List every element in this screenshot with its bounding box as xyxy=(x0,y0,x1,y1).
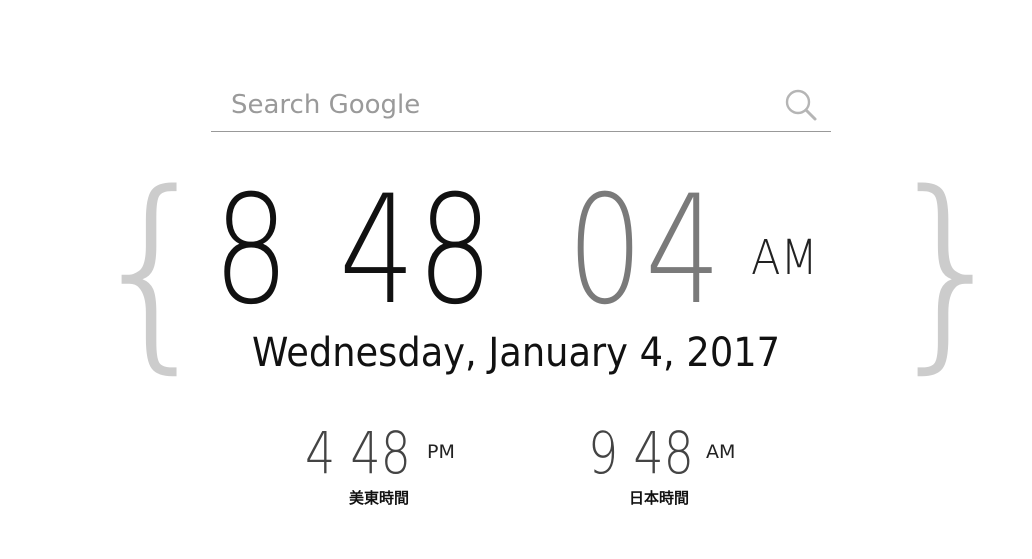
date-display: Wednesday, January 4, 2017 xyxy=(0,326,1032,380)
clock-hours: 8 xyxy=(213,164,291,338)
clock-page: { } 8 48 04 AM Wednesday, January 4, 201… xyxy=(0,0,1032,559)
search-icon[interactable] xyxy=(783,87,819,123)
search-input[interactable] xyxy=(231,82,771,128)
clock-ampm: AM xyxy=(751,230,818,286)
world-clock-ampm: PM xyxy=(427,441,455,463)
world-clock-label: 日本時間 xyxy=(629,489,690,507)
search-bar xyxy=(211,80,831,132)
clock-minutes: 48 xyxy=(339,164,495,338)
world-clock-ampm: AM xyxy=(706,441,736,463)
date-text: Wednesday, January 4, 2017 xyxy=(251,330,781,376)
world-clock-japan: 9 48 AM 日本時間 xyxy=(588,420,788,520)
world-clock-time: 4 48 xyxy=(305,419,411,487)
world-clock-label: 美東時間 xyxy=(349,489,410,507)
world-clock-time: 9 48 xyxy=(588,419,694,487)
clock-seconds: 04 xyxy=(567,164,723,338)
world-clock-us-eastern: 4 48 PM 美東時間 xyxy=(305,420,505,520)
